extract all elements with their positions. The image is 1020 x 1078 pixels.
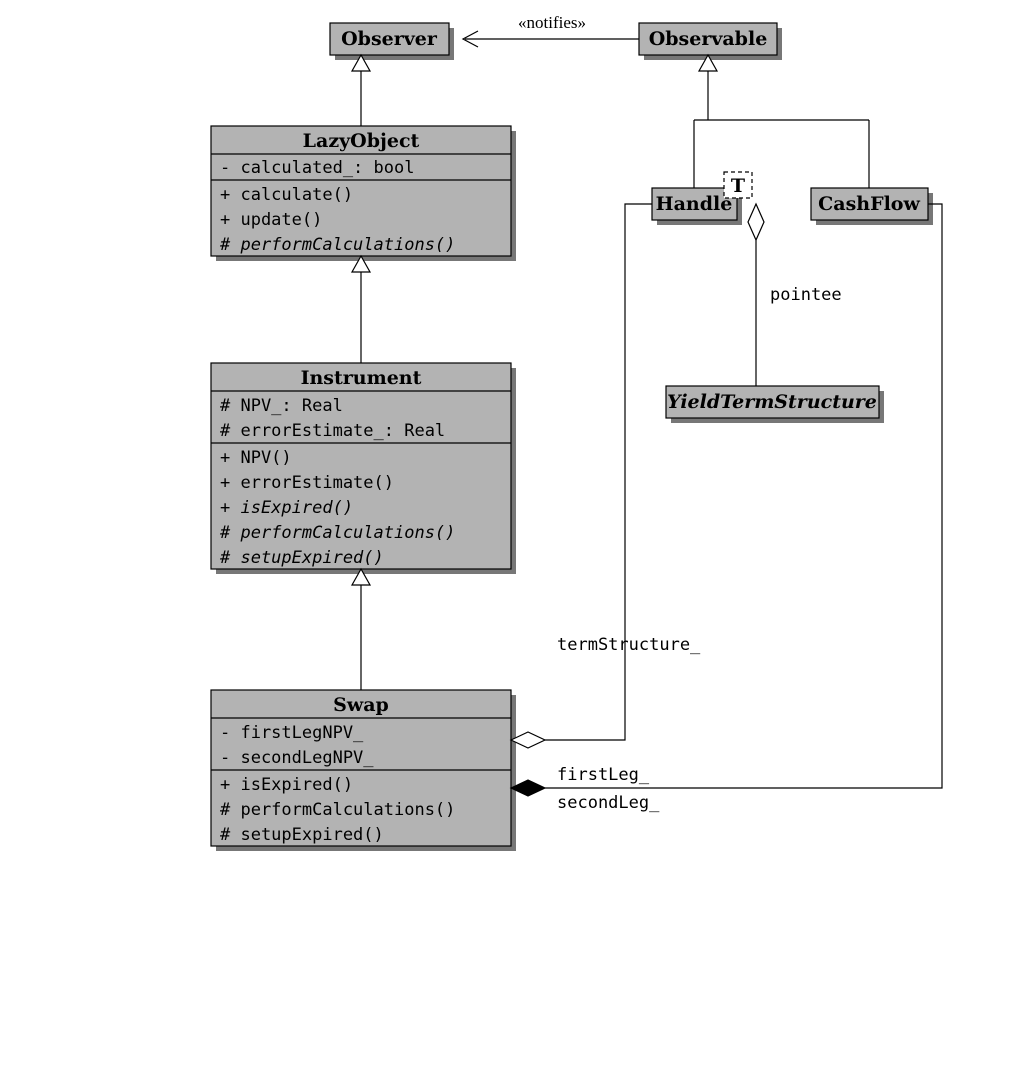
- op: # performCalculations(): [219, 523, 455, 543]
- attr: - firstLegNPV_: [220, 723, 364, 743]
- op: + errorEstimate(): [220, 473, 394, 493]
- edge-swap-instrument: [352, 569, 370, 690]
- class-title: CashFlow: [818, 193, 920, 215]
- op: + NPV(): [220, 448, 292, 468]
- attr: - calculated_: bool: [220, 158, 414, 178]
- class-observer: Observer: [330, 23, 454, 60]
- class-title: LazyObject: [303, 130, 420, 152]
- edge-notifies: «notifies»: [463, 13, 639, 47]
- op: # setupExpired(): [219, 548, 384, 568]
- edge-lazyobject-observer: [352, 55, 370, 126]
- op: # setupExpired(): [220, 825, 384, 845]
- class-title: YieldTermStructure: [667, 391, 877, 413]
- class-lazyobject: LazyObject - calculated_: bool + calcula…: [211, 126, 516, 261]
- class-swap: Swap - firstLegNPV_ - secondLegNPV_ + is…: [211, 690, 516, 851]
- class-instrument: Instrument # NPV_: Real # errorEstimate_…: [211, 363, 516, 574]
- attr: # errorEstimate_: Real: [220, 421, 445, 441]
- attr: - secondLegNPV_: [220, 748, 374, 768]
- class-title: Handle: [656, 193, 733, 215]
- edge-swap-termstructure: termStructure_: [511, 204, 701, 748]
- class-handle: Handle T: [652, 172, 752, 225]
- op: + calculate(): [220, 185, 353, 205]
- edge-swap-legs: firstLeg_ secondLeg_: [511, 204, 942, 813]
- op: + update(): [220, 210, 322, 230]
- class-cashflow: CashFlow: [811, 188, 933, 225]
- edge-label-firstleg: firstLeg_: [557, 765, 650, 785]
- class-title: Instrument: [301, 367, 422, 389]
- edge-label-secondleg: secondLeg_: [557, 793, 660, 813]
- edge-label-notifies: «notifies»: [518, 13, 586, 32]
- edge-observable-subclasses: [694, 55, 869, 188]
- op: # performCalculations(): [220, 800, 455, 820]
- edge-handle-pointee: pointee: [748, 204, 842, 386]
- class-title: Observable: [649, 28, 768, 50]
- template-param: T: [731, 175, 745, 197]
- class-title: Swap: [333, 694, 389, 716]
- class-yieldtermstructure: YieldTermStructure: [666, 386, 884, 423]
- class-title: Observer: [341, 28, 438, 50]
- uml-diagram: Observer Observable «notifies» LazyObjec…: [0, 0, 1020, 1078]
- attr: # NPV_: Real: [220, 396, 343, 416]
- op: # performCalculations(): [219, 235, 455, 255]
- class-observable: Observable: [639, 23, 782, 60]
- op: + isExpired(): [220, 498, 353, 518]
- edge-label-pointee: pointee: [770, 285, 842, 305]
- op: + isExpired(): [220, 775, 353, 795]
- edge-label-termstructure: termStructure_: [557, 635, 701, 655]
- edge-instrument-lazyobject: [352, 256, 370, 363]
